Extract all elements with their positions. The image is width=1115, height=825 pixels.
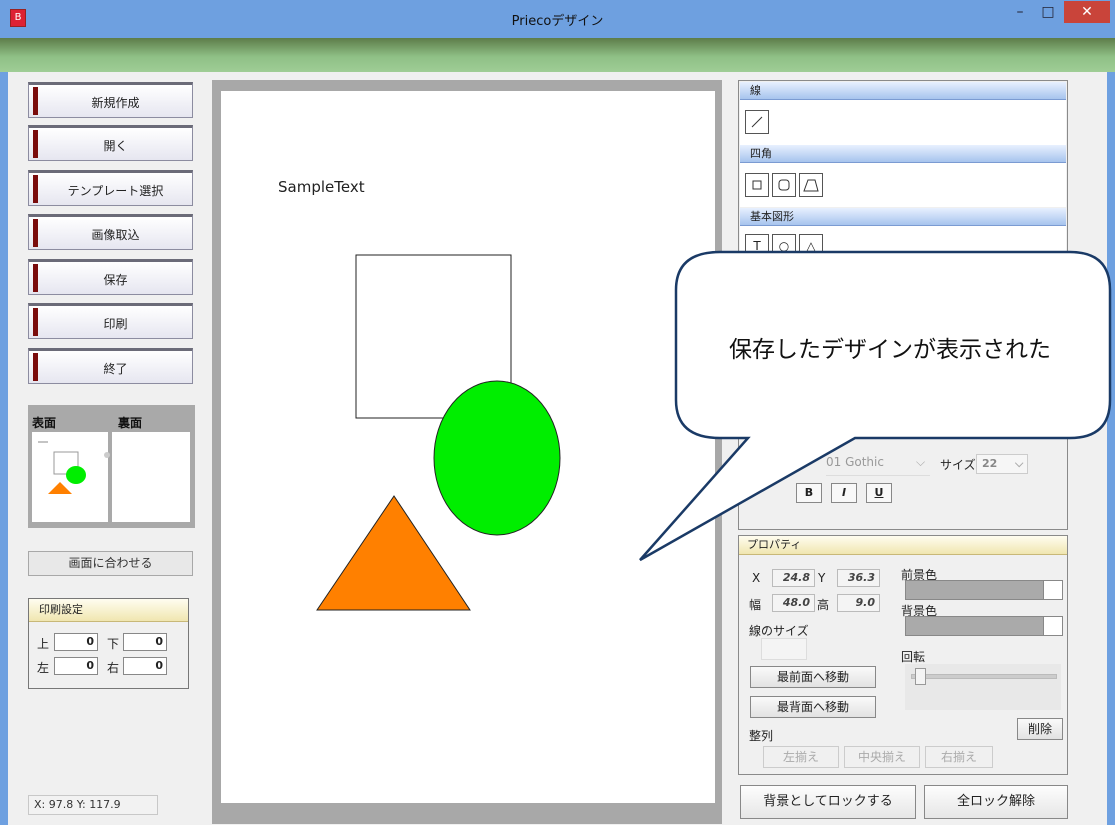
callout-bubble <box>639 250 1112 562</box>
callout-text: 保存したデザインが表示された <box>729 337 1051 363</box>
